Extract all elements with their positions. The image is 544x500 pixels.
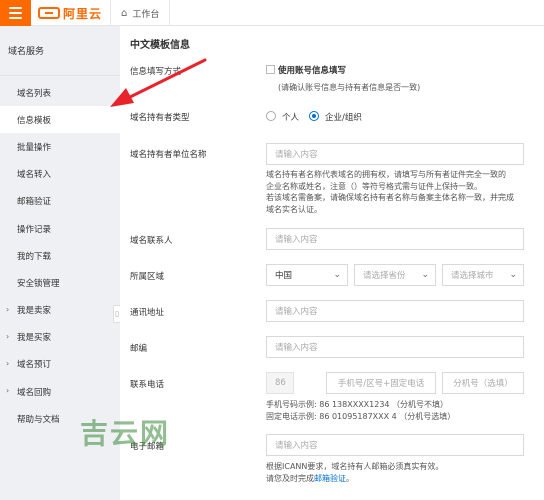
- sidebar-item[interactable]: 我的下载: [0, 242, 120, 269]
- watermark-text: 吉云网: [80, 417, 171, 450]
- sidebar-item[interactable]: 安全锁管理: [0, 269, 120, 296]
- phone-examples: 手机号码示例: 86 138XXXX1234 （分机号不填） 固定电话示例: 8…: [266, 400, 456, 421]
- sidebar-item[interactable]: 域名转入: [0, 161, 120, 188]
- holder-type-individual-radio[interactable]: [266, 111, 276, 121]
- sidebar-item[interactable]: 邮箱验证: [0, 188, 120, 215]
- use-account-info-label[interactable]: 使用账号信息填写: [278, 64, 346, 76]
- hamburger-menu-icon[interactable]: [0, 0, 31, 26]
- section-title: 中文模板信息: [130, 40, 190, 51]
- org-name-hint: 域名持有者名称代表域名的拥有权，请填写与所有者证件完全一致的 企业名称或姓名，注…: [266, 170, 514, 214]
- holder-type-org-radio[interactable]: [309, 111, 319, 121]
- sidebar-item-label: 我是卖家: [17, 306, 52, 317]
- country-select[interactable]: 中国 ⌄: [266, 264, 348, 286]
- country-code-field[interactable]: 86: [266, 372, 294, 394]
- workbench-tab[interactable]: ⌂ 工作台: [110, 0, 171, 26]
- chevron-down-icon: ⌄: [421, 270, 429, 280]
- sidebar-item[interactable]: 信息模板: [0, 106, 120, 134]
- contact-label: 域名联系人: [130, 236, 173, 246]
- email-hint: 根据ICANN要求，域名持有人邮箱必须真实有效。 请您及时完成邮箱验证。: [266, 462, 444, 483]
- sidebar-item-label: 邮箱验证: [17, 197, 52, 208]
- chevron-right-icon: ›: [6, 358, 10, 368]
- sidebar-item-label: 域名回购: [17, 387, 52, 398]
- postcode-label: 邮编: [130, 344, 148, 354]
- fill-method-note: (请确认账号信息与持有者信息是否一致): [278, 83, 421, 92]
- top-bar: 阿里云 ⌂ 工作台: [0, 0, 544, 26]
- sidebar-item-label: 我是买家: [17, 333, 52, 344]
- sidebar-item-label: 信息模板: [17, 115, 52, 126]
- region-label: 所属区域: [130, 272, 165, 282]
- city-select[interactable]: 请选择城市 ⌄: [442, 264, 524, 286]
- use-account-info-checkbox[interactable]: [266, 65, 275, 74]
- sidebar-item-label: 帮助与文档: [17, 414, 60, 425]
- sidebar-item-label: 域名列表: [17, 88, 52, 99]
- sidebar-item[interactable]: 操作记录: [0, 215, 120, 242]
- sidebar-item[interactable]: › 域名预订: [0, 351, 120, 378]
- address-label: 通讯地址: [130, 308, 165, 318]
- org-name-label: 域名持有者单位名称: [130, 150, 207, 160]
- sidebar-item[interactable]: › 我是买家: [0, 324, 120, 351]
- home-icon: ⌂: [121, 7, 128, 19]
- chevron-down-icon: ⌄: [509, 270, 517, 280]
- sidebar-item-label: 批量操作: [17, 142, 52, 153]
- org-name-input[interactable]: 请输入内容: [266, 143, 524, 165]
- holder-type-label: 域名持有者类型: [130, 113, 190, 123]
- chevron-down-icon: ⌄: [333, 270, 341, 280]
- province-select[interactable]: 请选择省份 ⌄: [354, 264, 436, 286]
- sidebar-item-label: 安全锁管理: [17, 278, 60, 289]
- aliyun-logo-icon: [38, 7, 60, 19]
- sidebar-item-label: 操作记录: [17, 224, 52, 235]
- holder-type-individual-label[interactable]: 个人: [282, 111, 299, 123]
- sidebar-item[interactable]: 域名列表: [0, 79, 120, 106]
- sidebar-header: 域名服务: [0, 26, 120, 76]
- address-input[interactable]: 请输入内容: [266, 300, 524, 322]
- chevron-right-icon: ›: [6, 304, 10, 314]
- chevron-right-icon: ›: [6, 331, 10, 341]
- sidebar-item-label: 我的下载: [17, 251, 52, 262]
- holder-type-org-label[interactable]: 企业/组织: [325, 111, 362, 123]
- phone-number-input[interactable]: 手机号/区号+固定电话: [326, 372, 436, 394]
- main-form: 中文模板信息 信息填写方式 使用账号信息填写 (请确认账号信息与持有者信息是否一…: [120, 26, 544, 500]
- sidebar-item[interactable]: 批量操作: [0, 133, 120, 160]
- email-input[interactable]: 请输入内容: [266, 434, 524, 456]
- chevron-right-icon: ›: [6, 386, 10, 396]
- fill-method-label: 信息填写方式: [130, 67, 182, 77]
- postcode-input[interactable]: 请输入内容: [266, 336, 524, 358]
- aliyun-logo[interactable]: 阿里云: [38, 5, 102, 21]
- email-verify-link[interactable]: 邮箱验证: [314, 474, 346, 483]
- phone-label: 联系电话: [130, 380, 165, 390]
- sidebar-list: 域名列表信息模板批量操作域名转入邮箱验证操作记录我的下载安全锁管理 › 我是卖家 › 我…: [0, 76, 120, 432]
- contact-input[interactable]: 请输入内容: [266, 228, 524, 250]
- sidebar-item[interactable]: › 我是卖家: [0, 297, 120, 324]
- sidebar-item[interactable]: › 域名回购: [0, 378, 120, 405]
- sidebar-item-label: 域名转入: [17, 170, 52, 181]
- phone-ext-input[interactable]: 分机号（选填）: [442, 372, 524, 394]
- sidebar-item-label: 域名预订: [17, 360, 52, 371]
